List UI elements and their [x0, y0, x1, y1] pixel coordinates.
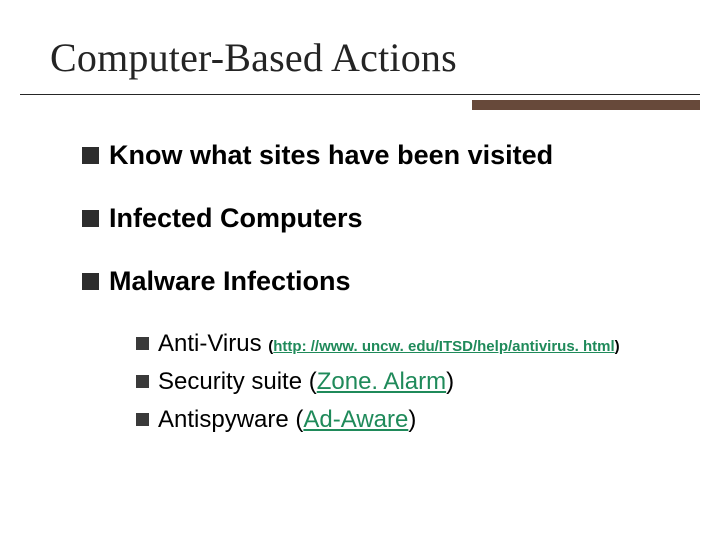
bullet-item: Know what sites have been visited: [82, 140, 672, 171]
sub-bullet-item: Anti-Virus (http: //www. uncw. edu/ITSD/…: [136, 329, 672, 359]
square-bullet-icon: [82, 273, 99, 290]
bullet-text: Infected Computers: [109, 203, 363, 234]
sub-bullet-item: Security suite (Zone. Alarm): [136, 367, 672, 397]
bullet-item: Infected Computers: [82, 203, 672, 234]
sub-bullet-text: Antispyware (Ad-Aware): [158, 405, 416, 435]
sub-bullet-item: Antispyware (Ad-Aware): [136, 405, 672, 435]
adaware-link[interactable]: Ad-Aware: [303, 406, 408, 433]
slide: Computer-Based Actions Know what sites h…: [0, 0, 720, 540]
paren-close: ): [408, 406, 416, 433]
bullet-text: Malware Infections: [109, 266, 351, 297]
divider-thin: [20, 94, 700, 95]
square-bullet-icon: [82, 210, 99, 227]
zonealarm-link[interactable]: Zone. Alarm: [317, 368, 446, 395]
square-bullet-icon: [136, 337, 149, 350]
paren-close: ): [615, 338, 620, 355]
bullet-item: Malware Infections: [82, 266, 672, 297]
square-bullet-icon: [136, 413, 149, 426]
sub-bullet-list: Anti-Virus (http: //www. uncw. edu/ITSD/…: [136, 329, 672, 435]
sub-lead: Security suite (: [158, 368, 317, 395]
paren-close: ): [446, 368, 454, 395]
sub-lead: Antispyware (: [158, 406, 303, 433]
antivirus-link[interactable]: http: //www. uncw. edu/ITSD/help/antivir…: [273, 338, 614, 355]
sub-bullet-text: Anti-Virus (http: //www. uncw. edu/ITSD/…: [158, 329, 620, 359]
square-bullet-icon: [136, 375, 149, 388]
slide-title: Computer-Based Actions: [50, 34, 457, 81]
square-bullet-icon: [82, 147, 99, 164]
sub-lead: Anti-Virus: [158, 330, 268, 357]
content-area: Know what sites have been visited Infect…: [82, 140, 672, 443]
divider-thick: [472, 100, 700, 110]
sub-bullet-text: Security suite (Zone. Alarm): [158, 367, 454, 397]
bullet-text: Know what sites have been visited: [109, 140, 553, 171]
